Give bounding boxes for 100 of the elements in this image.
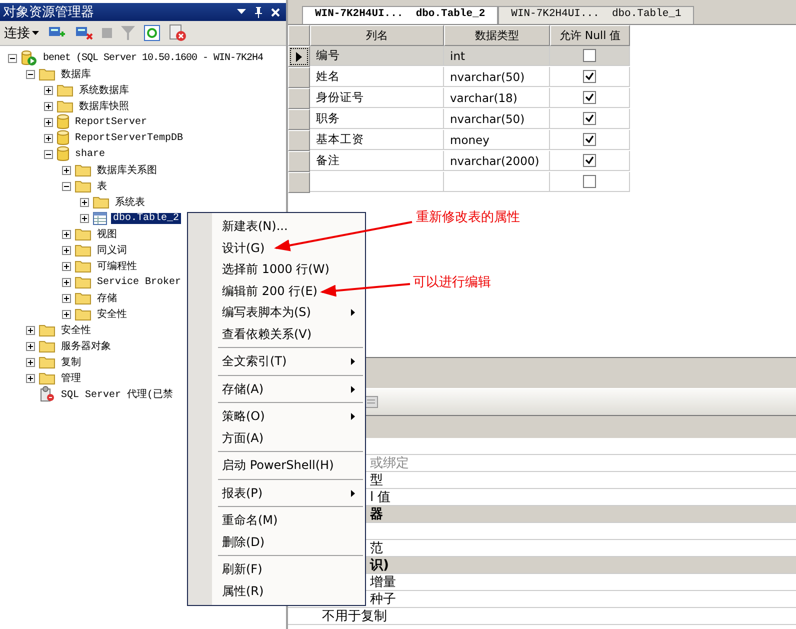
tree-item[interactable]: 安全性 xyxy=(95,307,129,321)
connect-button[interactable]: 连接 xyxy=(4,24,39,42)
tree-item[interactable]: 存储 xyxy=(95,291,119,305)
menu-item[interactable]: 方面(A) xyxy=(188,428,365,449)
server-cross-icon[interactable] xyxy=(75,25,93,41)
checkbox[interactable] xyxy=(583,154,596,167)
checkbox[interactable] xyxy=(583,70,596,83)
column-header[interactable]: 允许 Null 值 xyxy=(550,25,630,46)
table-cell[interactable]: int xyxy=(444,46,550,66)
table-cell[interactable]: 编号 xyxy=(310,46,444,66)
tree-item[interactable]: dbo.Table_2 xyxy=(111,212,182,224)
table-cell[interactable] xyxy=(550,151,630,171)
tree-item[interactable]: 安全性 xyxy=(59,323,93,337)
expander-icon[interactable] xyxy=(62,278,71,286)
tree-item[interactable]: 同义词 xyxy=(95,243,129,257)
checkbox[interactable] xyxy=(583,133,596,146)
table-cell[interactable] xyxy=(550,88,630,108)
row-header[interactable] xyxy=(288,46,310,67)
expander-icon[interactable] xyxy=(8,54,17,62)
table-cell[interactable] xyxy=(550,172,630,192)
table-cell[interactable]: varchar(18) xyxy=(444,88,550,108)
tree-item[interactable]: 表 xyxy=(95,179,109,193)
tree-item[interactable]: 视图 xyxy=(95,227,119,241)
tree-item[interactable]: ReportServer xyxy=(73,116,150,128)
tree-item[interactable]: benet (SQL Server 10.50.1600 - WIN-7K2H4 xyxy=(41,52,266,64)
expander-icon[interactable] xyxy=(62,310,71,318)
tree-item[interactable]: 服务器对象 xyxy=(59,339,113,353)
menu-item[interactable]: 编辑前 200 行(E) xyxy=(188,280,365,302)
table-cell[interactable]: nvarchar(50) xyxy=(444,67,550,87)
table-cell[interactable]: nvarchar(2000) xyxy=(444,151,550,171)
expander-icon[interactable] xyxy=(26,326,35,334)
pin-icon[interactable] xyxy=(254,6,263,18)
expander-icon[interactable] xyxy=(44,86,53,94)
checkbox[interactable] xyxy=(583,49,596,62)
tree-item[interactable]: 复制 xyxy=(59,355,83,369)
table-cell[interactable]: nvarchar(50) xyxy=(444,109,550,129)
document-tab[interactable]: WIN-7K2H4UI... dbo.Table_1 xyxy=(498,6,694,24)
menu-item[interactable]: 报表(P) xyxy=(188,482,365,504)
tree-item[interactable]: 管理 xyxy=(59,371,83,385)
dropdown-icon[interactable] xyxy=(237,9,246,15)
checkbox[interactable] xyxy=(583,91,596,104)
expander-icon[interactable] xyxy=(44,134,53,142)
tree-item[interactable]: 数据库快照 xyxy=(77,99,131,113)
table-cell[interactable]: money xyxy=(444,130,550,150)
expander-icon[interactable] xyxy=(80,214,89,222)
menu-item[interactable]: 启动 PowerShell(H) xyxy=(188,455,365,476)
table-cell[interactable] xyxy=(550,67,630,87)
table-cell[interactable]: 基本工资 xyxy=(310,130,444,150)
tree-item[interactable]: 数据库关系图 xyxy=(95,163,159,177)
tree-item[interactable]: SQL Server 代理(已禁 xyxy=(59,387,176,401)
expander-icon[interactable] xyxy=(62,262,71,270)
script-cross-icon[interactable] xyxy=(169,24,187,42)
expander-icon[interactable] xyxy=(62,230,71,238)
menu-item[interactable]: 属性(R) xyxy=(188,580,365,602)
table-cell[interactable]: 姓名 xyxy=(310,67,444,87)
menu-item[interactable]: 查看依赖关系(V) xyxy=(188,324,365,345)
expander-icon[interactable] xyxy=(26,358,35,366)
table-cell[interactable] xyxy=(550,109,630,129)
tree-item[interactable]: 数据库 xyxy=(59,67,93,81)
checkbox[interactable] xyxy=(583,112,596,125)
menu-item[interactable]: 选择前 1000 行(W) xyxy=(188,259,365,280)
tree-item[interactable]: ReportServerTempDB xyxy=(73,132,186,144)
expander-icon[interactable] xyxy=(62,246,71,254)
expander-icon[interactable] xyxy=(62,294,71,302)
table-cell[interactable]: 职务 xyxy=(310,109,444,129)
tree-item[interactable]: 系统表 xyxy=(113,195,147,209)
column-header[interactable]: 列名 xyxy=(310,25,444,46)
expander-icon[interactable] xyxy=(26,342,35,350)
expander-icon[interactable] xyxy=(26,70,35,78)
expander-icon[interactable] xyxy=(62,182,71,190)
tree-item[interactable]: 可编程性 xyxy=(95,259,139,273)
expander-icon[interactable] xyxy=(44,118,53,126)
menu-item[interactable]: 编写表脚本为(S) xyxy=(188,302,365,324)
expander-icon[interactable] xyxy=(44,150,53,158)
refresh-icon[interactable] xyxy=(144,25,160,41)
menu-item[interactable]: 全文索引(T) xyxy=(188,351,365,372)
tree-item[interactable]: 系统数据库 xyxy=(77,83,131,97)
table-cell[interactable] xyxy=(444,172,550,192)
column-header[interactable]: 数据类型 xyxy=(444,25,550,46)
checkbox[interactable] xyxy=(583,175,596,188)
table-cell[interactable]: 身份证号 xyxy=(310,88,444,108)
close-icon[interactable] xyxy=(271,8,280,16)
menu-item[interactable]: 存储(A) xyxy=(188,378,365,400)
table-cell[interactable] xyxy=(550,130,630,150)
menu-item[interactable]: 删除(D) xyxy=(188,532,365,553)
table-cell[interactable]: 备注 xyxy=(310,151,444,171)
expander-icon[interactable] xyxy=(62,166,71,174)
table-cell[interactable] xyxy=(550,46,630,66)
menu-item[interactable]: 刷新(F) xyxy=(188,559,365,580)
expander-icon[interactable] xyxy=(26,374,35,382)
menu-item[interactable]: 策略(O) xyxy=(188,406,365,428)
menu-item[interactable]: 新建表(N)... xyxy=(188,216,365,238)
tree-item[interactable]: Service Broker xyxy=(95,276,184,288)
expander-icon[interactable] xyxy=(44,102,53,110)
menu-item[interactable]: 重命名(M) xyxy=(188,510,365,532)
table-cell[interactable] xyxy=(310,172,444,192)
menu-item[interactable]: 设计(G) xyxy=(188,238,365,259)
expander-icon[interactable] xyxy=(80,198,89,206)
document-tab[interactable]: WIN-7K2H4UI... dbo.Table_2 xyxy=(302,6,498,24)
tree-item[interactable]: share xyxy=(73,148,108,160)
